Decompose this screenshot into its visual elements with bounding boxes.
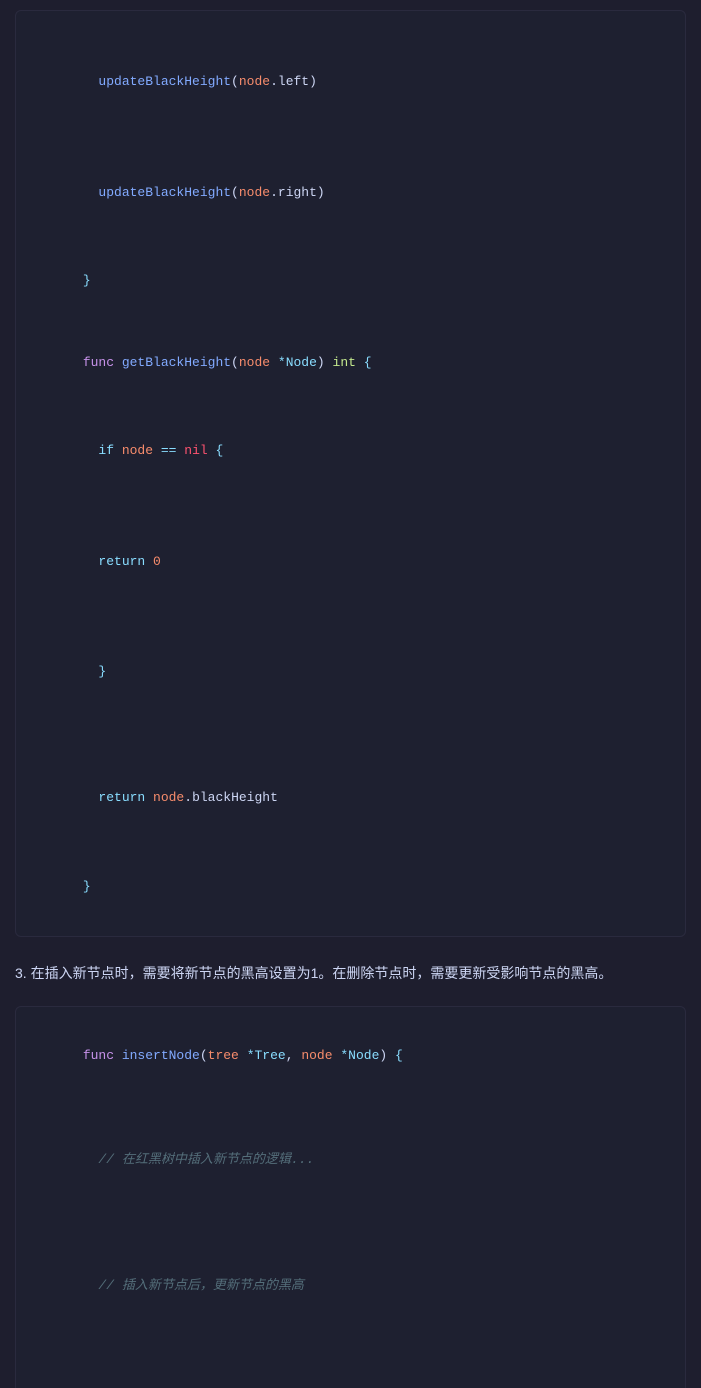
code-line: updateBlackHeight(node.right) bbox=[36, 137, 665, 247]
code-line: func insertNode(tree *Tree, node *Node) … bbox=[36, 1023, 665, 1089]
code-line-empty bbox=[36, 728, 665, 744]
code-line: return node.blackHeight bbox=[36, 743, 665, 853]
prose-1-text: 3. 在插入新节点时，需要将新节点的黑高设置为1。在删除节点时，需要更新受影响节… bbox=[15, 965, 612, 981]
code-line-empty bbox=[36, 314, 665, 330]
code-line: } bbox=[36, 617, 665, 727]
code-line: } bbox=[36, 854, 665, 920]
code-line: // 插入新节点后，更新节点的黑高 bbox=[36, 1231, 665, 1341]
code-line-empty bbox=[36, 1089, 665, 1105]
code-line: if node == nil { bbox=[36, 396, 665, 506]
code-line: updateBlackHeight(node) bbox=[36, 1341, 665, 1388]
code-line: updateBlackHeight(node.left) bbox=[36, 27, 665, 137]
prose-1: 3. 在插入新节点时，需要将新节点的黑高设置为1。在删除节点时，需要更新受影响节… bbox=[15, 951, 686, 996]
page-container: updateBlackHeight(node.left) updateBlack… bbox=[0, 0, 701, 1388]
code-line: } bbox=[36, 248, 665, 314]
code-line: // 在红黑树中插入新节点的逻辑... bbox=[36, 1105, 665, 1215]
code-block-2: func insertNode(tree *Tree, node *Node) … bbox=[15, 1006, 686, 1388]
code-line-empty bbox=[36, 1215, 665, 1231]
code-line: return 0 bbox=[36, 507, 665, 617]
code-block-1: updateBlackHeight(node.left) updateBlack… bbox=[15, 10, 686, 937]
code-line: func getBlackHeight(node *Node) int { bbox=[36, 330, 665, 396]
